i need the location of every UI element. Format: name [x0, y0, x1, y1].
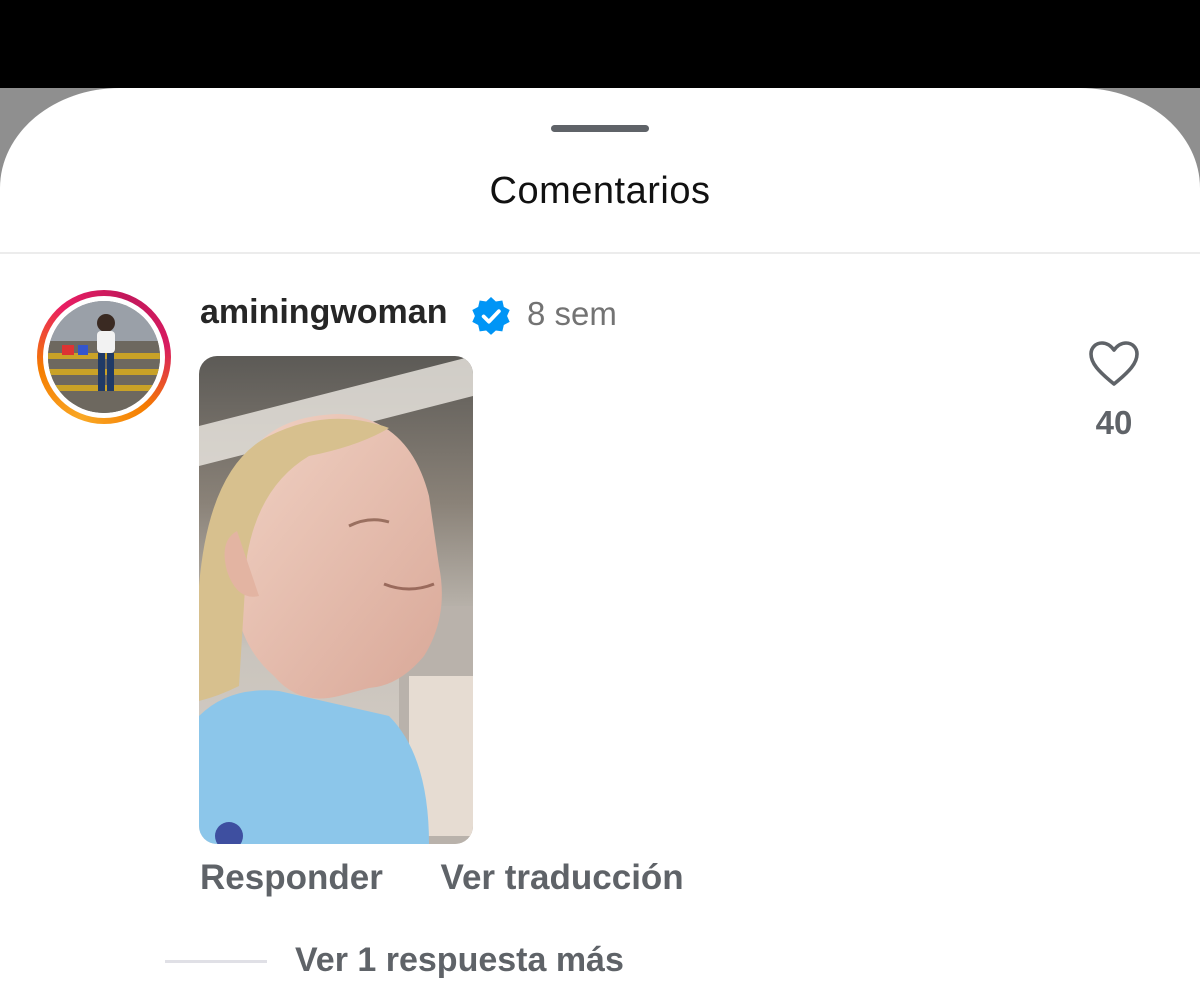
- heart-outline-icon[interactable]: [1088, 340, 1140, 388]
- comment-actions: Responder Ver traducción: [200, 858, 732, 898]
- avatar-story-ring[interactable]: [37, 290, 171, 424]
- avatar: [48, 301, 160, 413]
- verified-badge-icon: [472, 297, 510, 335]
- sheet-drag-handle[interactable]: [551, 125, 649, 132]
- comment-gif-image[interactable]: [199, 356, 473, 844]
- translate-button[interactable]: Ver traducción: [441, 858, 684, 897]
- comment-timestamp: 8 sem: [527, 295, 617, 332]
- sheet-title: Comentarios: [489, 170, 711, 212]
- like-count: 40: [1095, 404, 1133, 441]
- view-more-replies-button[interactable]: Ver 1 respuesta más: [295, 941, 624, 980]
- reply-button[interactable]: Responder: [200, 858, 383, 897]
- replies-divider-line: [165, 960, 267, 963]
- comment-username[interactable]: aminingwoman: [200, 293, 447, 332]
- header-divider: [0, 252, 1200, 254]
- comments-bottom-sheet: Comentarios aminingwoman 8 sem 40 Respon…: [0, 88, 1200, 987]
